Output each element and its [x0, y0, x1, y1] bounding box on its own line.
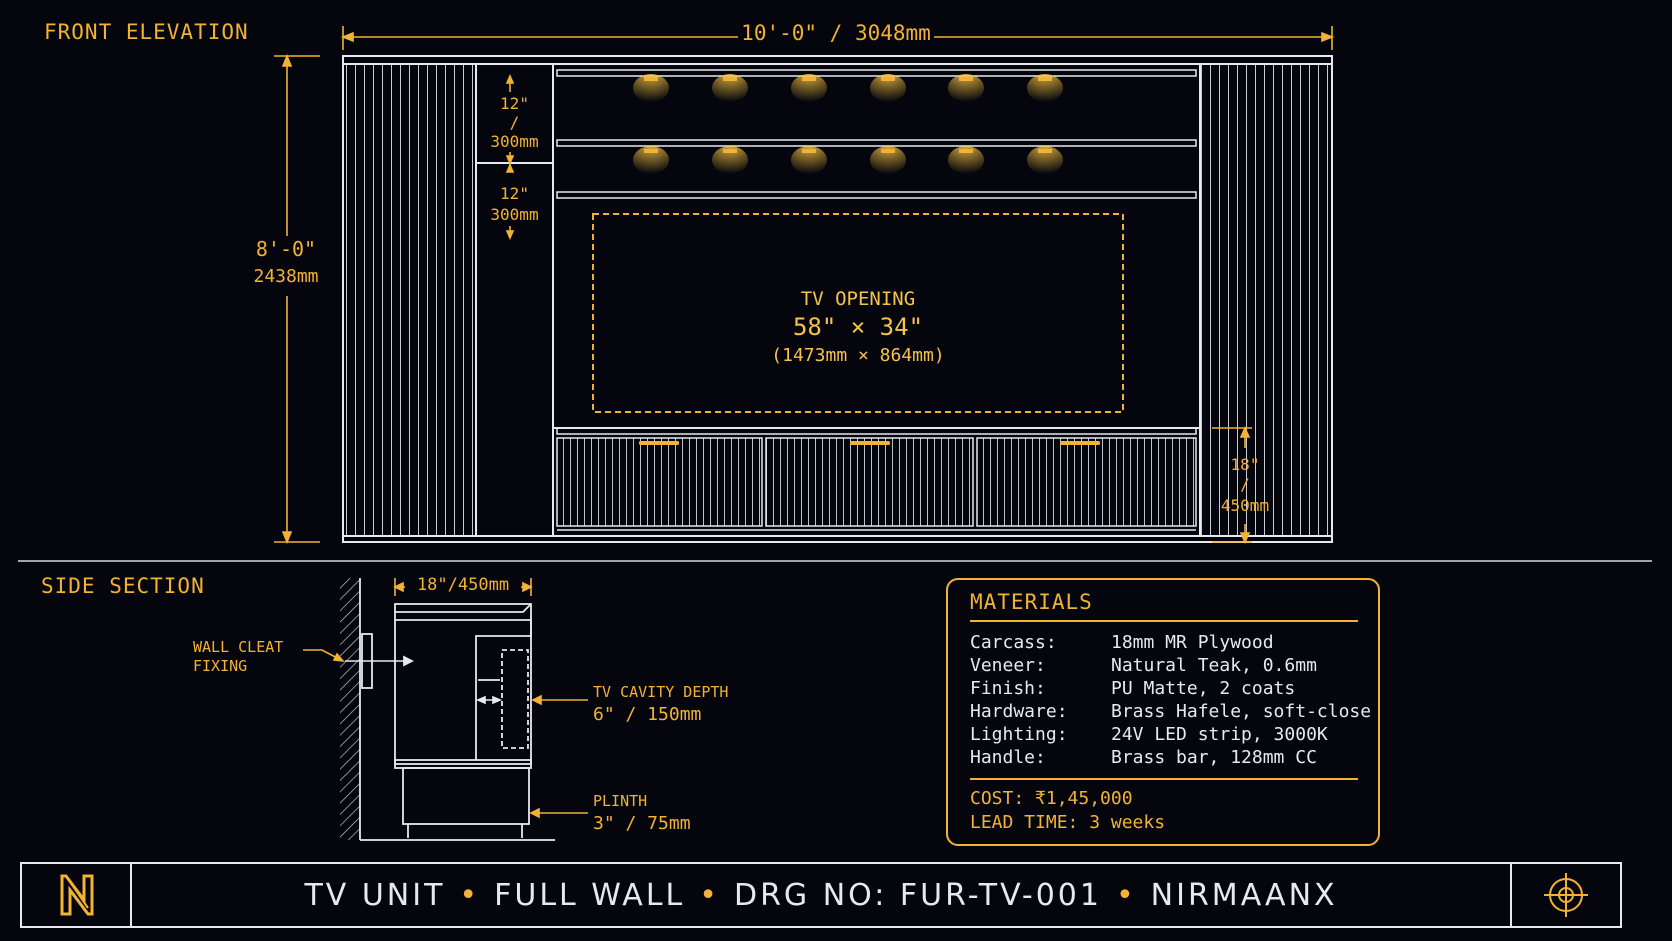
lead-time-label: LEAD TIME: 3 weeks — [970, 812, 1166, 833]
material-value: Natural Teak, 0.6mm — [1111, 655, 1317, 676]
shelf2-dim-in: 12" — [500, 184, 529, 203]
separator-dot-icon: • — [1115, 878, 1137, 913]
section-carcass — [394, 603, 532, 765]
material-row: Veneer: Natural Teak, 0.6mm — [970, 655, 1317, 676]
title-part-unit: TV UNIT — [304, 878, 446, 913]
nirmaanx-logo-icon — [60, 874, 94, 916]
wall-cleat-label-2: FIXING — [193, 657, 248, 675]
upper-shelf — [556, 139, 1197, 147]
cost-label: COST: ₹1,45,000 — [970, 788, 1133, 809]
left-fluted-panel — [342, 63, 477, 537]
material-value: 18mm MR Plywood — [1111, 632, 1274, 653]
depth-dimension-label: 18"/450mm — [405, 575, 521, 595]
material-value: Brass Hafele, soft-close — [1111, 701, 1372, 722]
material-value: PU Matte, 2 coats — [1111, 678, 1296, 699]
material-value: 24V LED strip, 3000K — [1111, 724, 1328, 745]
material-row: Hardware: Brass Hafele, soft-close — [970, 701, 1371, 722]
material-row: Handle: Brass bar, 128mm CC — [970, 747, 1317, 768]
drawer-2 — [765, 437, 974, 527]
material-row: Carcass: 18mm MR Plywood — [970, 632, 1274, 653]
materials-title-rule — [970, 620, 1358, 622]
material-row: Finish: PU Matte, 2 coats — [970, 678, 1295, 699]
materials-panel: MATERIALS Carcass: 18mm MR Plywood Veneer… — [946, 578, 1380, 846]
lower-shelf — [556, 191, 1197, 199]
material-key: Handle: — [970, 747, 1046, 768]
handle-2 — [850, 441, 890, 445]
plinth-label: PLINTH — [593, 792, 648, 810]
shelf1-dim-mm: 300mm — [490, 132, 539, 151]
drawer-3 — [976, 437, 1197, 527]
base-dim-slash: / — [1240, 475, 1250, 494]
shelf1-dim-in: 12" — [500, 94, 529, 113]
materials-title: MATERIALS — [970, 590, 1093, 614]
separator-dot-icon: • — [699, 878, 720, 913]
width-dimension-label: 10'-0" / 3048mm — [741, 21, 931, 45]
front-elevation-title: FRONT ELEVATION — [44, 20, 249, 44]
material-row: Lighting: 24V LED strip, 3000K — [970, 724, 1328, 745]
title-part-wall: FULL WALL — [494, 878, 686, 913]
drawer-1 — [556, 437, 763, 527]
wall-cleat-label-1: WALL CLEAT — [193, 638, 284, 656]
shelf1-dim-slash: / — [509, 113, 520, 132]
tv-cavity — [501, 649, 529, 749]
shelf2-dim-mm: 300mm — [490, 205, 539, 224]
drawing-canvas — [18, 26, 1652, 841]
separator-dot-icon: • — [459, 878, 481, 913]
tv-opening-size-in: 58" × 34" — [792, 313, 924, 341]
height-dimension-ft: 8'-0" — [255, 237, 317, 261]
materials-cost-rule — [970, 778, 1358, 780]
title-part-drg: DRG NO: FUR-TV-001 — [733, 878, 1102, 913]
material-value: Brass bar, 128mm CC — [1111, 747, 1317, 768]
base-dim-in: 18" — [1230, 455, 1260, 474]
title-block-text: TV UNIT • FULL WALL • DRG NO: FUR-TV-001 • NIR… — [132, 878, 1510, 913]
spot-lights — [633, 74, 1063, 174]
tv-cavity-value: 6" / 150mm — [593, 704, 702, 725]
tv-opening-size-mm: (1473mm × 864mm) — [771, 345, 945, 366]
material-key: Lighting: — [970, 724, 1068, 745]
material-key: Carcass: — [970, 632, 1057, 653]
plinth-value: 3" / 75mm — [593, 813, 691, 834]
title-part-brand: NIRMAANX — [1150, 878, 1338, 913]
crosshair-icon — [1544, 873, 1588, 917]
handle-3 — [1060, 441, 1100, 445]
handle-1 — [639, 441, 679, 445]
side-section-drawing — [340, 578, 555, 841]
material-key: Hardware: — [970, 701, 1068, 722]
material-key: Finish: — [970, 678, 1046, 699]
tv-cavity-label: TV CAVITY DEPTH — [593, 683, 729, 701]
side-section-title: SIDE SECTION — [41, 574, 205, 598]
section-base — [402, 767, 530, 825]
wall-hatch — [340, 578, 360, 840]
height-dimension-mm: 2438mm — [253, 266, 319, 287]
title-block: TV UNIT • FULL WALL • DRG NO: FUR-TV-001 • NIR… — [20, 862, 1622, 928]
tv-opening-label: TV OPENING — [800, 288, 916, 310]
material-key: Veneer: — [970, 655, 1046, 676]
base-dim-mm: 450mm — [1220, 496, 1270, 515]
